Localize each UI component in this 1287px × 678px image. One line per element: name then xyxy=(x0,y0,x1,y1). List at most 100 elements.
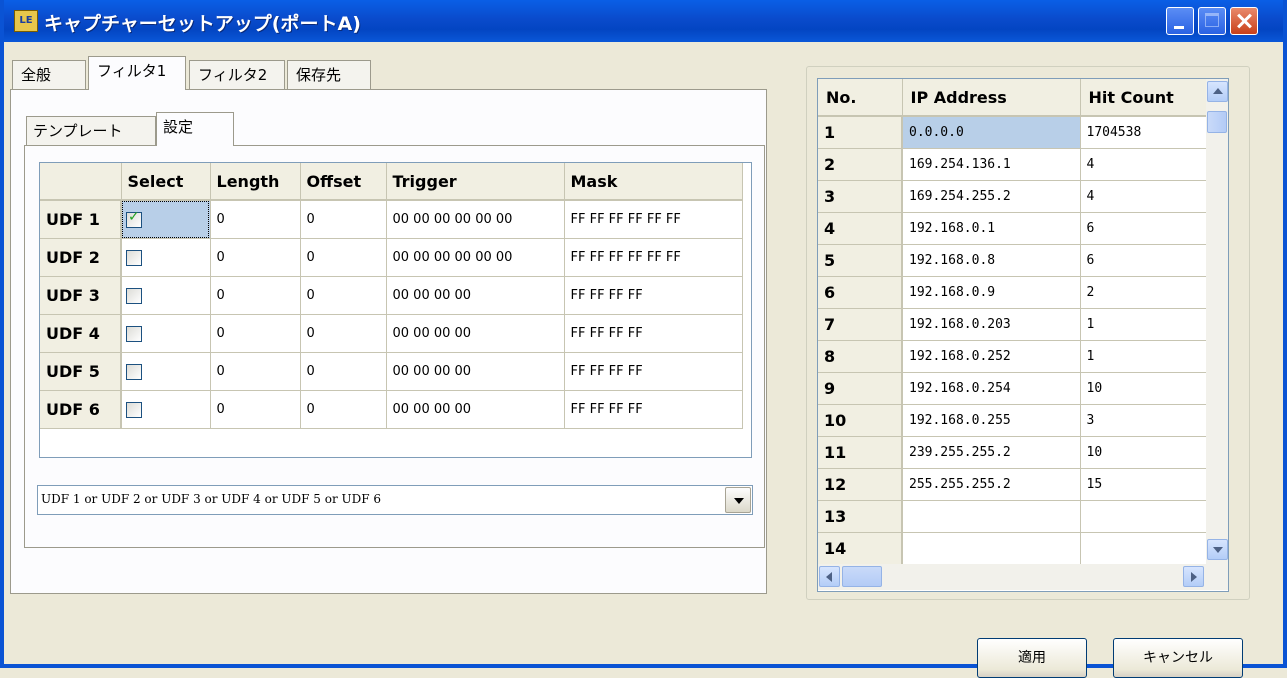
ip-hit-count-cell[interactable]: 3 xyxy=(1080,404,1207,437)
udf-offset-cell[interactable]: 0 xyxy=(300,314,387,353)
horizontal-scroll-thumb[interactable] xyxy=(842,566,882,587)
udf-row[interactable]: UDF 2 0 0 00 00 00 00 00 00 FF FF FF FF FF F… xyxy=(40,238,743,277)
title-bar[interactable]: LE キャプチャーセットアップ(ポートA) xyxy=(4,0,1283,42)
udf-header-offset[interactable]: Offset xyxy=(300,163,387,201)
udf-mask-cell[interactable]: FF FF FF FF xyxy=(564,352,743,391)
ip-row[interactable]: 7 192.168.0.203 1 xyxy=(818,308,1207,341)
ip-row-number[interactable]: 3 xyxy=(818,180,903,213)
ip-row[interactable]: 9 192.168.0.254 10 xyxy=(818,372,1207,405)
udf-length-cell[interactable]: 0 xyxy=(210,352,301,391)
ip-header-address[interactable]: IP Address xyxy=(902,79,1081,117)
ip-hit-count-cell[interactable]: 10 xyxy=(1080,436,1207,469)
ip-row[interactable]: 6 192.168.0.9 2 xyxy=(818,276,1207,309)
ip-row[interactable]: 3 169.254.255.2 4 xyxy=(818,180,1207,213)
ip-header-hit-count[interactable]: Hit Count xyxy=(1080,79,1207,117)
ip-hit-count-cell[interactable]: 10 xyxy=(1080,372,1207,405)
select-checkbox[interactable] xyxy=(126,325,142,342)
ip-address-cell[interactable]: 192.168.0.8 xyxy=(902,244,1081,277)
ip-row-number[interactable]: 2 xyxy=(818,148,903,181)
udf-select-cell[interactable] xyxy=(121,276,211,315)
ip-row-number[interactable]: 6 xyxy=(818,276,903,309)
chevron-down-icon[interactable] xyxy=(725,487,751,513)
udf-mask-cell[interactable]: FF FF FF FF xyxy=(564,276,743,315)
ip-address-cell[interactable]: 192.168.0.254 xyxy=(902,372,1081,405)
filter-condition-combo[interactable]: UDF 1 or UDF 2 or UDF 3 or UDF 4 or UDF … xyxy=(37,485,753,515)
udf-offset-cell[interactable]: 0 xyxy=(300,390,387,429)
ip-address-cell[interactable]: 192.168.0.1 xyxy=(902,212,1081,245)
ip-row-number[interactable]: 9 xyxy=(818,372,903,405)
ip-address-cell[interactable]: 192.168.0.255 xyxy=(902,404,1081,437)
select-checkbox[interactable] xyxy=(126,249,142,266)
ip-address-cell[interactable]: 192.168.0.9 xyxy=(902,276,1081,309)
udf-grid[interactable]: Select Length Offset Trigger Mask UDF 1 0… xyxy=(39,162,752,458)
udf-header-trigger[interactable]: Trigger xyxy=(386,163,565,201)
udf-offset-cell[interactable]: 0 xyxy=(300,200,387,239)
ip-row-number[interactable]: 14 xyxy=(818,532,903,565)
tab-filter2[interactable]: フィルタ2 xyxy=(189,60,285,90)
ip-row[interactable]: 12 255.255.255.2 15 xyxy=(818,468,1207,501)
udf-trigger-cell[interactable]: 00 00 00 00 xyxy=(386,390,565,429)
udf-select-cell[interactable] xyxy=(121,352,211,391)
udf-length-cell[interactable]: 0 xyxy=(210,238,301,277)
ip-address-cell[interactable]: 192.168.0.203 xyxy=(902,308,1081,341)
udf-header-mask[interactable]: Mask xyxy=(564,163,743,201)
ip-row-number[interactable]: 13 xyxy=(818,500,903,533)
select-checkbox[interactable] xyxy=(126,287,142,304)
ip-address-cell[interactable]: 169.254.255.2 xyxy=(902,180,1081,213)
udf-select-cell[interactable] xyxy=(121,390,211,429)
udf-mask-cell[interactable]: FF FF FF FF FF FF xyxy=(564,238,743,277)
udf-row[interactable]: UDF 6 0 0 00 00 00 00 FF FF FF FF xyxy=(40,390,743,429)
udf-mask-cell[interactable]: FF FF FF FF xyxy=(564,314,743,353)
udf-header-select[interactable]: Select xyxy=(121,163,211,201)
close-button[interactable] xyxy=(1230,7,1258,35)
minimize-button[interactable] xyxy=(1166,7,1194,35)
tab-filter1[interactable]: フィルタ1 xyxy=(88,56,186,90)
ip-row[interactable]: 1 0.0.0.0 1704538 xyxy=(818,116,1207,149)
ip-hit-count-cell[interactable]: 1 xyxy=(1080,308,1207,341)
ip-address-cell[interactable] xyxy=(902,500,1081,533)
udf-mask-cell[interactable]: FF FF FF FF FF FF xyxy=(564,200,743,239)
udf-row[interactable]: UDF 3 0 0 00 00 00 00 FF FF FF FF xyxy=(40,276,743,315)
ip-hit-count-cell[interactable]: 6 xyxy=(1080,212,1207,245)
ip-grid-horizontal-scrollbar[interactable] xyxy=(818,564,1228,590)
udf-offset-cell[interactable]: 0 xyxy=(300,352,387,391)
udf-mask-cell[interactable]: FF FF FF FF xyxy=(564,390,743,429)
vertical-scroll-thumb[interactable] xyxy=(1207,111,1227,133)
ip-hit-count-cell[interactable]: 1 xyxy=(1080,340,1207,373)
scroll-left-icon[interactable] xyxy=(819,566,840,587)
select-checkbox[interactable] xyxy=(126,401,142,418)
ip-hit-count-cell[interactable]: 15 xyxy=(1080,468,1207,501)
udf-row-header[interactable]: UDF 1 xyxy=(40,200,122,239)
ip-row-number[interactable]: 4 xyxy=(818,212,903,245)
ip-row[interactable]: 10 192.168.0.255 3 xyxy=(818,404,1207,437)
ip-row[interactable]: 4 192.168.0.1 6 xyxy=(818,212,1207,245)
udf-select-cell[interactable] xyxy=(121,200,211,239)
udf-trigger-cell[interactable]: 00 00 00 00 00 00 xyxy=(386,200,565,239)
udf-trigger-cell[interactable]: 00 00 00 00 xyxy=(386,314,565,353)
ip-grid-vertical-scrollbar[interactable] xyxy=(1206,79,1228,564)
udf-row[interactable]: UDF 4 0 0 00 00 00 00 FF FF FF FF xyxy=(40,314,743,353)
select-checkbox[interactable] xyxy=(126,209,142,228)
ip-hit-count-cell[interactable]: 1704538 xyxy=(1080,116,1207,149)
udf-length-cell[interactable]: 0 xyxy=(210,200,301,239)
ip-row-number[interactable]: 8 xyxy=(818,340,903,373)
apply-button[interactable]: 適用 xyxy=(977,638,1087,678)
cancel-button[interactable]: キャンセル xyxy=(1113,638,1243,678)
ip-row-number[interactable]: 11 xyxy=(818,436,903,469)
udf-offset-cell[interactable]: 0 xyxy=(300,238,387,277)
udf-trigger-cell[interactable]: 00 00 00 00 xyxy=(386,276,565,315)
udf-select-cell[interactable] xyxy=(121,238,211,277)
ip-header-no[interactable]: No. xyxy=(818,79,903,117)
tab-general[interactable]: 全般 xyxy=(12,60,86,90)
select-checkbox[interactable] xyxy=(126,363,142,380)
ip-row[interactable]: 13 xyxy=(818,500,1207,533)
ip-hit-count-cell[interactable]: 2 xyxy=(1080,276,1207,309)
subtab-template[interactable]: テンプレート xyxy=(26,116,156,146)
scroll-up-icon[interactable] xyxy=(1207,81,1228,102)
ip-row-number[interactable]: 1 xyxy=(818,116,903,149)
udf-row-header[interactable]: UDF 4 xyxy=(40,314,122,353)
ip-row-number[interactable]: 7 xyxy=(818,308,903,341)
ip-row[interactable]: 14 xyxy=(818,532,1207,565)
udf-length-cell[interactable]: 0 xyxy=(210,314,301,353)
maximize-button[interactable] xyxy=(1198,7,1226,35)
